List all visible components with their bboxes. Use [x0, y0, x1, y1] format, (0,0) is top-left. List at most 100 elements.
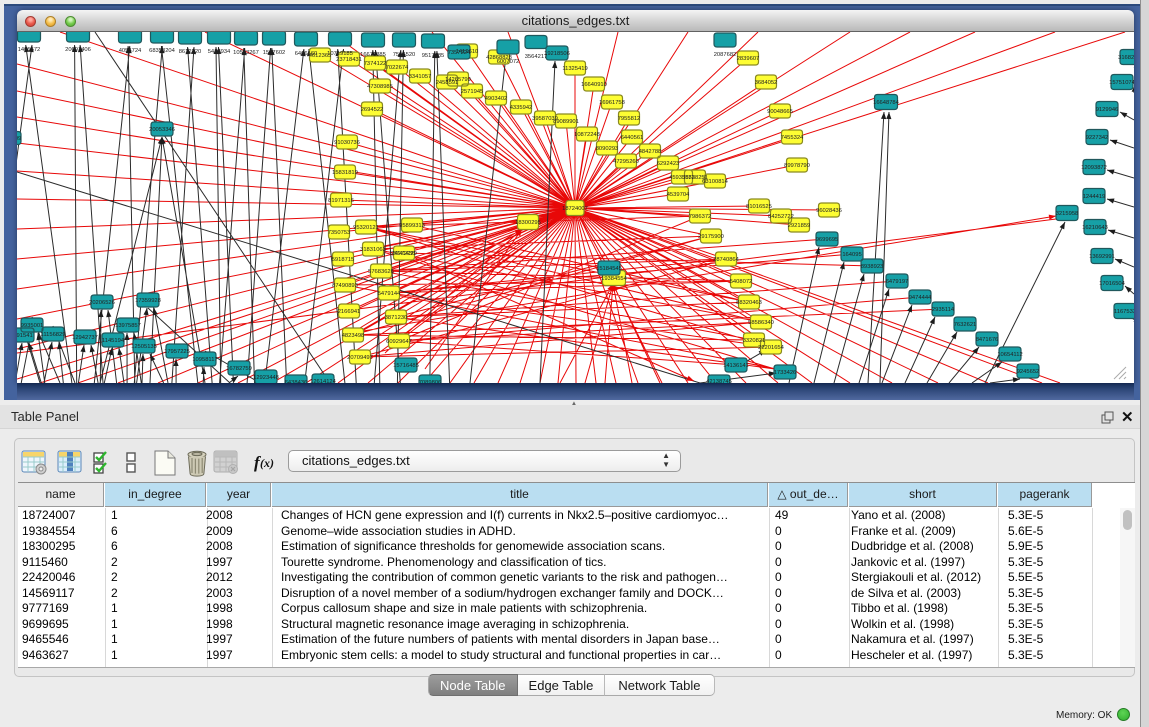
svg-text:63100814: 63100814 — [702, 179, 729, 185]
svg-text:16961758: 16961758 — [599, 100, 625, 106]
svg-text:31682744: 31682744 — [1118, 55, 1134, 61]
svg-text:7455324: 7455324 — [781, 135, 804, 141]
svg-text:6438436: 6438436 — [285, 380, 308, 383]
svg-text:7022674: 7022674 — [386, 65, 409, 71]
svg-text:20709497: 20709497 — [347, 355, 373, 361]
svg-text:84252722: 84252722 — [768, 214, 794, 220]
svg-text:81016525: 81016525 — [746, 204, 772, 210]
svg-text:8090293: 8090293 — [596, 146, 619, 152]
svg-text:1733426: 1733426 — [774, 370, 797, 376]
svg-text:12942737: 12942737 — [72, 335, 98, 341]
svg-text:1527602: 1527602 — [263, 50, 286, 56]
svg-text:16671385: 16671385 — [360, 52, 386, 58]
svg-text:6440561: 6440561 — [621, 135, 644, 141]
svg-text:20206526: 20206526 — [89, 300, 115, 306]
svg-text:18724007: 18724007 — [562, 206, 588, 212]
svg-text:6292423: 6292423 — [657, 161, 680, 167]
svg-text:17957225: 17957225 — [164, 349, 190, 355]
svg-text:9517485: 9517485 — [422, 53, 445, 59]
svg-text:90048665: 90048665 — [767, 109, 793, 115]
svg-text:7374122: 7374122 — [364, 61, 387, 67]
svg-text:4055724: 4055724 — [119, 48, 142, 54]
svg-text:47295260: 47295260 — [613, 159, 639, 165]
svg-text:29175900: 29175900 — [698, 234, 724, 240]
svg-text:88320463: 88320463 — [736, 300, 762, 306]
svg-text:12614124: 12614124 — [310, 379, 337, 383]
svg-text:11156829: 11156829 — [41, 332, 66, 338]
svg-text:81971316: 81971316 — [328, 198, 354, 204]
svg-text:87490893: 87490893 — [332, 283, 358, 289]
svg-text:2063109: 2063109 — [17, 136, 21, 142]
svg-text:23718431: 23718431 — [336, 57, 362, 63]
svg-text:91030736: 91030736 — [334, 140, 360, 146]
svg-text:58586340: 58586340 — [748, 320, 774, 326]
svg-text:20691406: 20691406 — [65, 47, 91, 53]
svg-text:4539704: 4539704 — [667, 192, 690, 198]
svg-text:57683626: 57683626 — [368, 269, 394, 275]
svg-text:10719185: 10719185 — [327, 51, 353, 57]
svg-text:28740864: 28740864 — [713, 257, 740, 263]
svg-text:12093872: 12093872 — [1081, 165, 1107, 171]
svg-text:5418934: 5418934 — [208, 49, 231, 55]
svg-text:9227342: 9227342 — [1086, 135, 1109, 141]
svg-text:13975857: 13975857 — [115, 323, 141, 329]
svg-text:16640910: 16640910 — [581, 82, 607, 88]
svg-text:9699695: 9699695 — [816, 237, 839, 243]
svg-text:3871230: 3871230 — [385, 315, 408, 321]
svg-text:15184545: 15184545 — [596, 266, 622, 272]
svg-text:2839607: 2839607 — [737, 56, 760, 62]
svg-text:4823498: 4823498 — [342, 333, 365, 339]
svg-text:4335942: 4335942 — [510, 105, 533, 111]
svg-text:22201654: 22201654 — [758, 345, 785, 351]
svg-text:68353204: 68353204 — [149, 48, 176, 54]
svg-text:9935001: 9935001 — [21, 323, 44, 329]
svg-text:2921859: 2921859 — [788, 223, 811, 229]
svg-text:2935114: 2935114 — [932, 307, 955, 313]
svg-text:11325419: 11325419 — [562, 66, 587, 72]
svg-text:2571945: 2571945 — [461, 89, 484, 95]
svg-text:9245652: 9245652 — [1017, 369, 1040, 375]
svg-text:164095: 164095 — [842, 252, 861, 258]
svg-text:14265799: 14265799 — [445, 77, 471, 83]
svg-text:96028436: 96028436 — [816, 208, 842, 214]
svg-text:1145194: 1145194 — [102, 338, 125, 344]
svg-text:3215958: 3215958 — [1056, 211, 1079, 217]
svg-text:1405572: 1405572 — [18, 47, 41, 53]
svg-text:7515520: 7515520 — [393, 52, 416, 58]
svg-text:16648784: 16648784 — [873, 100, 900, 106]
svg-text:(x): (x) — [260, 456, 274, 470]
svg-text:10872248: 10872248 — [574, 132, 600, 138]
svg-text:95899313: 95899313 — [399, 223, 425, 229]
svg-text:6007072: 6007072 — [497, 59, 520, 65]
svg-text:9129946: 9129946 — [1096, 107, 1119, 113]
svg-text:20053346: 20053346 — [149, 127, 175, 133]
svg-text:17016504: 17016504 — [1099, 281, 1126, 287]
svg-text:19218506: 19218506 — [544, 51, 570, 57]
svg-text:7350753: 7350753 — [328, 230, 351, 236]
svg-text:31831063: 31831063 — [360, 247, 386, 253]
svg-text:89089901: 89089901 — [553, 119, 579, 125]
svg-text:8938923: 8938923 — [861, 264, 884, 270]
svg-text:12923448: 12923448 — [253, 375, 279, 381]
svg-text:2166941: 2166941 — [338, 309, 361, 315]
svg-text:7357224: 7357224 — [448, 50, 471, 56]
svg-text:3341057: 3341057 — [409, 74, 432, 80]
svg-text:47308985: 47308985 — [367, 84, 393, 90]
svg-text:10553267: 10553267 — [233, 50, 259, 56]
svg-text:6479197: 6479197 — [886, 279, 909, 285]
svg-text:5408072: 5408072 — [730, 279, 753, 285]
svg-text:7955812: 7955812 — [618, 116, 641, 122]
svg-text:15751074: 15751074 — [1109, 80, 1134, 86]
svg-text:7089806: 7089806 — [419, 380, 442, 383]
svg-text:19384554: 19384554 — [601, 276, 628, 282]
svg-text:24972279: 24972279 — [391, 251, 417, 257]
svg-text:60929647: 60929647 — [386, 339, 412, 345]
svg-text:5918715: 5918715 — [332, 257, 355, 263]
svg-text:9474444: 9474444 — [909, 295, 932, 301]
svg-text:14136141: 14136141 — [723, 363, 749, 369]
svg-text:2087682: 2087682 — [714, 52, 737, 58]
svg-text:13692991: 13692991 — [1089, 254, 1115, 260]
svg-text:7986372: 7986372 — [689, 214, 712, 220]
svg-text:42138745: 42138745 — [706, 379, 732, 383]
svg-text:95320121: 95320121 — [353, 225, 379, 231]
